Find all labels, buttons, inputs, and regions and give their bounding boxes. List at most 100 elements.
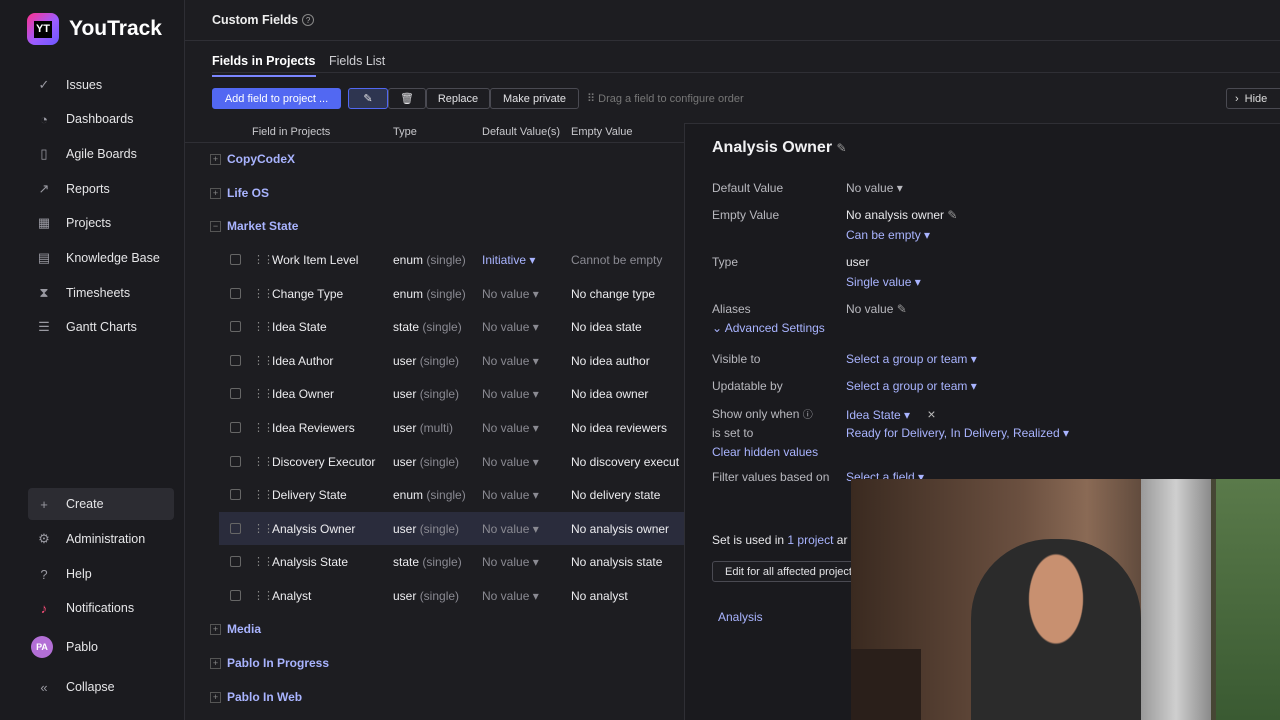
default-value-select[interactable]: No value ▾: [482, 522, 539, 536]
sidebar-item-administration[interactable]: ⚙ Administration: [28, 523, 174, 555]
table-row[interactable]: ⋮⋮ Work Item Level enum (single) Initiative…: [219, 243, 684, 276]
default-value-select[interactable]: No value ▾: [482, 354, 539, 368]
pencil-icon[interactable]: ✎: [837, 141, 847, 155]
empty-value-text[interactable]: No analysis owner ✎: [846, 208, 957, 222]
default-value-select[interactable]: No value ▾: [482, 421, 539, 435]
table-row[interactable]: ⋮⋮ Discovery Executor user (single) No valu…: [219, 445, 684, 478]
sidebar-item-agile-boards[interactable]: ▯ Agile Boards: [28, 138, 174, 170]
row-checkbox[interactable]: [230, 523, 241, 534]
default-value-select[interactable]: No value ▾: [482, 387, 539, 401]
drag-handle-icon[interactable]: ⋮⋮: [253, 421, 274, 434]
project-group-copycodex[interactable]: + CopyCodeX: [210, 152, 295, 166]
project-group-life-os[interactable]: + Life OS: [210, 186, 269, 200]
clear-hidden-values-link[interactable]: Clear hidden values: [712, 445, 818, 459]
sidebar-item-knowledge-base[interactable]: ▤ Knowledge Base: [28, 242, 174, 274]
row-checkbox[interactable]: [230, 556, 241, 567]
column-header-field[interactable]: Field in Projects: [252, 126, 330, 138]
user-menu[interactable]: PA Pablo: [28, 631, 174, 663]
drag-handle-icon[interactable]: ⋮⋮: [253, 320, 274, 333]
default-value-select[interactable]: No value ▾: [482, 488, 539, 502]
row-checkbox[interactable]: [230, 288, 241, 299]
row-checkbox[interactable]: [230, 355, 241, 366]
default-value-select[interactable]: Initiative ▾: [482, 253, 535, 267]
drag-handle-icon[interactable]: ⋮⋮: [253, 354, 274, 367]
drag-handle-icon[interactable]: ⋮⋮: [253, 455, 274, 468]
app-logo[interactable]: YT YouTrack: [27, 13, 162, 45]
sidebar-item-help[interactable]: ? Help: [28, 558, 174, 590]
visible-to-select[interactable]: Select a group or team ▾: [846, 352, 977, 366]
can-be-empty-select[interactable]: Can be empty ▾: [846, 228, 930, 242]
delete-button[interactable]: 🗑: [388, 88, 426, 109]
project-group-pablo-in-progress[interactable]: + Pablo In Progress: [210, 656, 329, 670]
drag-handle-icon[interactable]: ⋮⋮: [253, 555, 274, 568]
drag-handle-icon[interactable]: ⋮⋮: [253, 287, 274, 300]
close-icon[interactable]: ×: [927, 406, 935, 422]
sidebar-item-reports[interactable]: ↗ Reports: [28, 173, 174, 205]
pencil-icon[interactable]: ✎: [947, 208, 957, 222]
drag-handle-icon[interactable]: ⋮⋮: [253, 522, 274, 535]
drag-handle-icon[interactable]: ⋮⋮: [253, 253, 274, 266]
aliases-value[interactable]: No value ✎: [846, 302, 907, 316]
cardinality-select[interactable]: Single value ▾: [846, 275, 921, 289]
replace-button[interactable]: Replace: [426, 88, 490, 109]
default-value-select[interactable]: No value ▾: [482, 455, 539, 469]
table-row[interactable]: ⋮⋮ Analysis State state (single) No value ▾…: [219, 545, 684, 578]
table-row[interactable]: ⋮⋮ Idea Author user (single) No value ▾ No i…: [219, 344, 684, 377]
is-set-to-select[interactable]: Ready for Delivery, In Delivery, Realize…: [846, 426, 1069, 440]
row-checkbox[interactable]: [230, 489, 241, 500]
table-row[interactable]: ⋮⋮ Idea Reviewers user (multi) No value ▾ No…: [219, 411, 684, 444]
project-group-media[interactable]: + Media: [210, 622, 261, 636]
row-checkbox[interactable]: [230, 254, 241, 265]
drag-handle-icon[interactable]: ⋮⋮: [253, 387, 274, 400]
column-header-empty[interactable]: Empty Value: [571, 126, 633, 138]
default-value-select[interactable]: No value ▾: [482, 320, 539, 334]
default-value-select[interactable]: No value ▾: [846, 181, 903, 195]
knowledge-base-icon: ▤: [37, 250, 51, 265]
row-checkbox[interactable]: [230, 321, 241, 332]
sidebar-item-issues[interactable]: ✓ Issues: [28, 69, 174, 101]
edit-button[interactable]: ✎: [348, 88, 388, 109]
pencil-icon[interactable]: ✎: [897, 302, 907, 316]
table-row[interactable]: ⋮⋮ Change Type enum (single) No value ▾ No c…: [219, 277, 684, 310]
sidebar-item-gantt-charts[interactable]: ☰ Gantt Charts: [28, 311, 174, 343]
row-checkbox[interactable]: [230, 388, 241, 399]
project-link-analysis[interactable]: Analysis: [718, 610, 763, 624]
column-header-type[interactable]: Type: [393, 126, 417, 138]
column-header-default[interactable]: Default Value(s): [482, 126, 560, 138]
table-row[interactable]: ⋮⋮ Analyst user (single) No value ▾ No analy…: [219, 579, 684, 612]
used-in-projects-link[interactable]: 1 project: [787, 533, 833, 547]
table-row[interactable]: ⋮⋮ Delivery State enum (single) No value ▾ N…: [219, 478, 684, 511]
updatable-by-select[interactable]: Select a group or team ▾: [846, 379, 977, 393]
row-checkbox[interactable]: [230, 422, 241, 433]
sidebar-item-timesheets[interactable]: ⧗ Timesheets: [28, 277, 174, 309]
table-row[interactable]: ⋮⋮ Idea State state (single) No value ▾ No i…: [219, 310, 684, 343]
tab-fields-list[interactable]: Fields List: [329, 54, 385, 68]
table-row-selected[interactable]: ⋮⋮ Analysis Owner user (single) No value ▾ N…: [219, 512, 684, 545]
show-when-field-select[interactable]: Idea State ▾ ×: [846, 406, 936, 422]
sidebar-item-dashboards[interactable]: ◔ Dashboards: [28, 103, 174, 135]
drag-handle-icon[interactable]: ⋮⋮: [253, 589, 274, 602]
youtrack-logo-icon: YT: [27, 13, 59, 45]
edit-for-all-projects-button[interactable]: Edit for all affected project: [712, 561, 872, 582]
webcam-overlay: [851, 479, 1280, 720]
row-checkbox[interactable]: [230, 590, 241, 601]
default-value-select[interactable]: No value ▾: [482, 555, 539, 569]
add-field-button[interactable]: Add field to project ...: [212, 88, 341, 109]
info-icon[interactable]: ⓘ: [803, 410, 813, 421]
help-icon[interactable]: ?: [302, 14, 315, 26]
sidebar-item-notifications[interactable]: ♪ Notifications: [28, 592, 174, 624]
project-group-market-state[interactable]: − Market State: [210, 219, 298, 233]
make-private-button[interactable]: Make private: [490, 88, 579, 109]
advanced-settings-toggle[interactable]: ⌄ Advanced Settings: [712, 321, 825, 335]
row-checkbox[interactable]: [230, 456, 241, 467]
table-row[interactable]: ⋮⋮ Idea Owner user (single) No value ▾ No id…: [219, 377, 684, 410]
project-group-pablo-in-web[interactable]: + Pablo In Web: [210, 690, 302, 704]
collapse-button[interactable]: « Collapse: [28, 671, 174, 703]
tab-fields-in-projects[interactable]: Fields in Projects: [212, 54, 316, 77]
drag-handle-icon[interactable]: ⋮⋮: [253, 488, 274, 501]
create-button[interactable]: + Create: [28, 488, 174, 520]
default-value-select[interactable]: No value ▾: [482, 589, 539, 603]
sidebar-item-projects[interactable]: ▦ Projects: [28, 207, 174, 239]
hide-panel-button[interactable]: › Hide: [1226, 88, 1280, 109]
default-value-select[interactable]: No value ▾: [482, 287, 539, 301]
